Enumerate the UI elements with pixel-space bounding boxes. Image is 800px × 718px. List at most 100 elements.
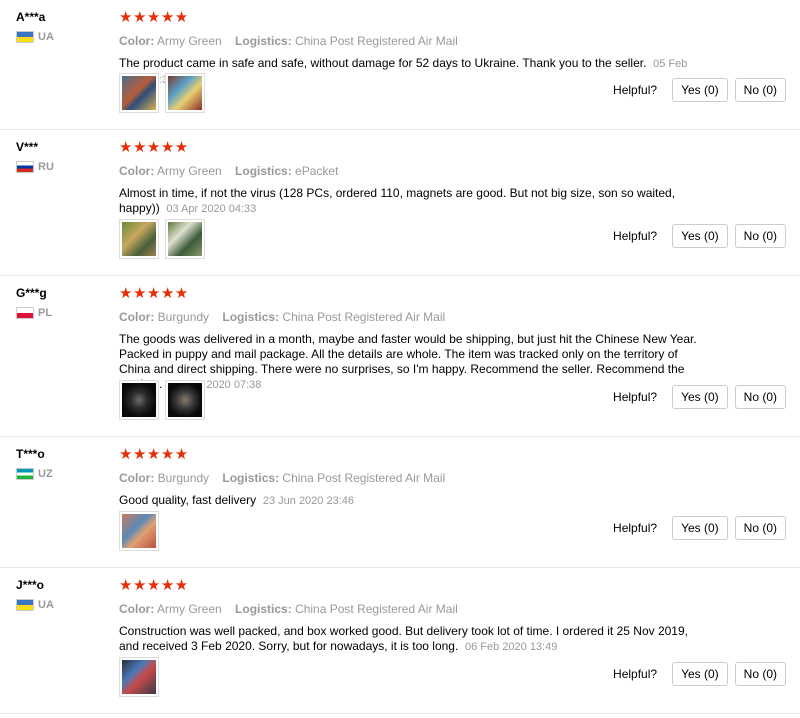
review-content: ★★★★★ Color: Army Green Logistics: China… <box>119 578 719 655</box>
country-code: RU <box>38 161 54 173</box>
color-value: Army Green <box>157 34 222 48</box>
logistics-label: Logistics: <box>222 310 280 324</box>
review-meta: Color: Army Green Logistics: China Post … <box>119 34 719 48</box>
reviewer-name: A***a <box>16 10 46 24</box>
review-meta: Color: Burgundy Logistics: China Post Re… <box>119 471 719 485</box>
color-label: Color: <box>119 310 155 324</box>
review-date: 23 Jun 2020 23:46 <box>262 495 354 507</box>
review-body: The product came in safe and safe, witho… <box>119 56 647 70</box>
reviewer-name: G***g <box>16 286 47 300</box>
star-rating: ★★★★★ <box>119 446 189 463</box>
review-date: 06 Feb 2020 13:49 <box>464 641 558 653</box>
helpful-yes-button[interactable]: Yes (0) <box>672 78 728 102</box>
review-content: ★★★★★ Color: Burgundy Logistics: China P… <box>119 447 719 509</box>
review-meta: Color: Army Green Logistics: China Post … <box>119 602 719 616</box>
helpful-no-button[interactable]: No (0) <box>734 662 786 686</box>
star-rating: ★★★★★ <box>119 9 189 26</box>
reviewer-name: V*** <box>16 140 39 154</box>
country-code: UA <box>38 31 54 43</box>
review-photo[interactable] <box>119 511 159 551</box>
review-text: Almost in time, if not the virus (128 PC… <box>119 186 711 217</box>
logistics-value: China Post Registered Air Mail <box>295 34 458 48</box>
flag-ua-icon <box>16 31 34 43</box>
color-label: Color: <box>119 471 155 485</box>
review-meta: Color: Army Green Logistics: ePacket <box>119 164 719 178</box>
logistics-value: China Post Registered Air Mail <box>282 471 446 485</box>
country-code: UA <box>38 599 54 611</box>
reviewer-country: PL <box>16 307 106 319</box>
review-content: ★★★★★ Color: Army Green Logistics: ePack… <box>119 140 719 217</box>
helpful-section: Helpful? Yes (0) No (0) <box>613 385 786 409</box>
star-rating: ★★★★★ <box>119 285 189 302</box>
helpful-yes-button[interactable]: Yes (0) <box>672 662 728 686</box>
logistics-value: ePacket <box>295 164 339 178</box>
review-text: Construction was well packed, and box wo… <box>119 624 711 655</box>
flag-ru-icon <box>16 161 34 173</box>
helpful-label: Helpful? <box>613 229 658 243</box>
color-label: Color: <box>119 164 155 178</box>
review-photo[interactable] <box>119 380 159 420</box>
review-photos <box>119 511 159 551</box>
color-label: Color: <box>119 34 155 48</box>
review-item: G***g PL ★★★★★ Color: Burgundy Logistics… <box>0 276 800 437</box>
logistics-label: Logistics: <box>235 34 292 48</box>
flag-pl-icon <box>16 307 34 319</box>
helpful-yes-button[interactable]: Yes (0) <box>672 516 728 540</box>
logistics-value: China Post Registered Air Mail <box>295 602 458 616</box>
country-code: UZ <box>38 468 53 480</box>
reviewer: T***o UZ <box>16 447 106 480</box>
review-meta: Color: Burgundy Logistics: China Post Re… <box>119 310 719 324</box>
reviewer: J***o UA <box>16 578 106 611</box>
helpful-section: Helpful? Yes (0) No (0) <box>613 662 786 686</box>
reviewer-name: T***o <box>16 447 45 461</box>
color-value: Burgundy <box>157 471 210 485</box>
review-photo[interactable] <box>165 380 205 420</box>
review-photos <box>119 73 205 113</box>
country-code: PL <box>38 307 53 319</box>
review-photos <box>119 219 205 259</box>
helpful-no-button[interactable]: No (0) <box>734 516 786 540</box>
helpful-section: Helpful? Yes (0) No (0) <box>613 78 786 102</box>
review-content: ★★★★★ Color: Burgundy Logistics: China P… <box>119 286 719 393</box>
reviewer-country: UZ <box>16 468 106 480</box>
review-photo[interactable] <box>119 219 159 259</box>
review-photos <box>119 657 159 697</box>
logistics-value: China Post Registered Air Mail <box>282 310 446 324</box>
review-item: J***o UA ★★★★★ Color: Army Green Logisti… <box>0 568 800 714</box>
helpful-no-button[interactable]: No (0) <box>734 224 786 248</box>
reviewer: G***g PL <box>16 286 106 319</box>
reviews-list: A***a UA ★★★★★ Color: Army Green Logisti… <box>0 0 800 714</box>
color-value: Army Green <box>157 602 222 616</box>
helpful-no-button[interactable]: No (0) <box>734 385 786 409</box>
review-photo[interactable] <box>119 657 159 697</box>
review-photos <box>119 380 205 420</box>
review-date: 03 Apr 2020 04:33 <box>166 203 257 215</box>
review-content: ★★★★★ Color: Army Green Logistics: China… <box>119 10 719 88</box>
review-photo[interactable] <box>165 73 205 113</box>
logistics-label: Logistics: <box>235 602 292 616</box>
helpful-section: Helpful? Yes (0) No (0) <box>613 516 786 540</box>
review-body: Construction was well packed, and box wo… <box>119 624 688 653</box>
color-label: Color: <box>119 602 155 616</box>
review-item: A***a UA ★★★★★ Color: Army Green Logisti… <box>0 0 800 130</box>
flag-uz-icon <box>16 468 34 480</box>
reviewer-name: J***o <box>16 578 45 592</box>
helpful-yes-button[interactable]: Yes (0) <box>672 224 728 248</box>
review-text: The goods was delivered in a month, mayb… <box>119 332 711 393</box>
review-photo[interactable] <box>119 73 159 113</box>
helpful-label: Helpful? <box>613 390 658 404</box>
reviewer: A***a UA <box>16 10 106 43</box>
reviewer: V*** RU <box>16 140 106 173</box>
review-photo[interactable] <box>165 219 205 259</box>
reviewer-country: RU <box>16 161 106 173</box>
helpful-label: Helpful? <box>613 83 658 97</box>
review-item: T***o UZ ★★★★★ Color: Burgundy Logistics… <box>0 437 800 568</box>
helpful-no-button[interactable]: No (0) <box>734 78 786 102</box>
reviewer-country: UA <box>16 31 106 43</box>
logistics-label: Logistics: <box>222 471 280 485</box>
reviewer-country: UA <box>16 599 106 611</box>
star-rating: ★★★★★ <box>119 139 189 156</box>
color-value: Army Green <box>157 164 222 178</box>
helpful-label: Helpful? <box>613 667 658 681</box>
helpful-yes-button[interactable]: Yes (0) <box>672 385 728 409</box>
